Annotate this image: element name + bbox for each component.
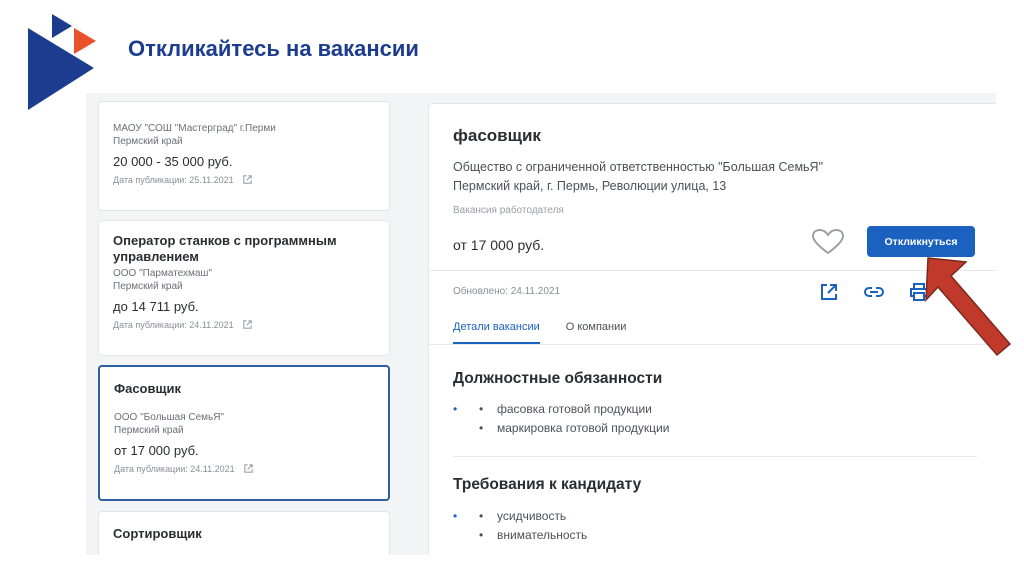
list-item: усидчивость	[453, 507, 587, 526]
card-company: МАОУ "СОШ "Мастерград" г.Перми	[113, 123, 276, 134]
vacancy-card[interactable]: Оператор станков с программным управлени…	[98, 220, 390, 356]
list-item: маркировка готовой продукции	[453, 419, 669, 438]
tab-company[interactable]: О компании	[566, 321, 627, 344]
card-salary: от 17 000 руб.	[114, 443, 199, 458]
external-link-icon[interactable]	[242, 319, 253, 330]
vacancy-company: Общество с ограниченной ответственностью…	[453, 158, 823, 196]
card-salary: 20 000 - 35 000 руб.	[113, 154, 233, 169]
card-region: Пермский край	[113, 281, 183, 292]
card-salary: до 14 711 руб.	[113, 299, 199, 314]
heart-icon[interactable]	[811, 228, 845, 256]
tab-details[interactable]: Детали вакансии	[453, 321, 540, 344]
company-name: Общество с ограниченной ответственностью…	[453, 160, 824, 174]
external-link-icon[interactable]	[819, 282, 839, 302]
link-icon[interactable]	[863, 282, 885, 302]
card-title: Фасовщик	[114, 381, 181, 396]
requirements-list: усидчивость внимательность	[453, 507, 587, 545]
card-region: Пермский край	[113, 136, 183, 147]
divider	[453, 456, 977, 457]
requirements-heading: Требования к кандидату	[453, 476, 642, 493]
print-icon[interactable]	[909, 282, 929, 302]
vacancy-salary: от 17 000 руб.	[453, 237, 545, 253]
vacancy-card-selected[interactable]: Фасовщик ООО "Большая СемьЯ" Пермский кр…	[98, 365, 390, 501]
apply-button[interactable]: Откликнуться	[867, 226, 975, 257]
divider	[429, 270, 996, 271]
divider	[429, 344, 996, 345]
list-item: внимательность	[453, 526, 587, 545]
duties-heading: Должностные обязанности	[453, 370, 663, 387]
card-date: Дата публикации: 25.11.2021	[113, 174, 234, 185]
card-region: Пермский край	[114, 425, 184, 436]
card-title: Сортировщик	[113, 526, 202, 541]
card-title: Оператор станков с программным управлени…	[113, 233, 337, 264]
card-date: Дата публикации: 24.11.2021	[113, 319, 234, 330]
duties-list: фасовка готовой продукции маркировка гот…	[453, 400, 669, 438]
vacancy-card[interactable]: МАОУ "СОШ "Мастерград" г.Перми Пермский …	[98, 101, 390, 211]
vacancy-card[interactable]: Сортировщик	[98, 511, 390, 555]
updated-date: Обновлено: 24.11.2021	[453, 286, 561, 297]
vacancy-tabs: Детали вакансии О компании	[453, 321, 626, 344]
card-company: ООО "Парматехмаш"	[113, 268, 213, 279]
card-date: Дата публикации: 24.11.2021	[114, 463, 235, 474]
list-item: фасовка готовой продукции	[453, 400, 669, 419]
external-link-icon[interactable]	[242, 174, 253, 185]
external-link-icon[interactable]	[243, 463, 254, 474]
vacancy-source: Вакансия работодателя	[453, 205, 564, 216]
slide-title: Откликайтесь на вакансии	[128, 36, 419, 61]
vacancy-title: фасовщик	[453, 126, 541, 145]
card-company: ООО "Большая СемьЯ"	[114, 412, 225, 423]
app-screen: МАОУ "СОШ "Мастерград" г.Перми Пермский …	[86, 93, 996, 555]
company-address: Пермский край, г. Пермь, Революции улица…	[453, 179, 727, 193]
vacancy-detail-panel: фасовщик Общество с ограниченной ответст…	[428, 103, 996, 555]
